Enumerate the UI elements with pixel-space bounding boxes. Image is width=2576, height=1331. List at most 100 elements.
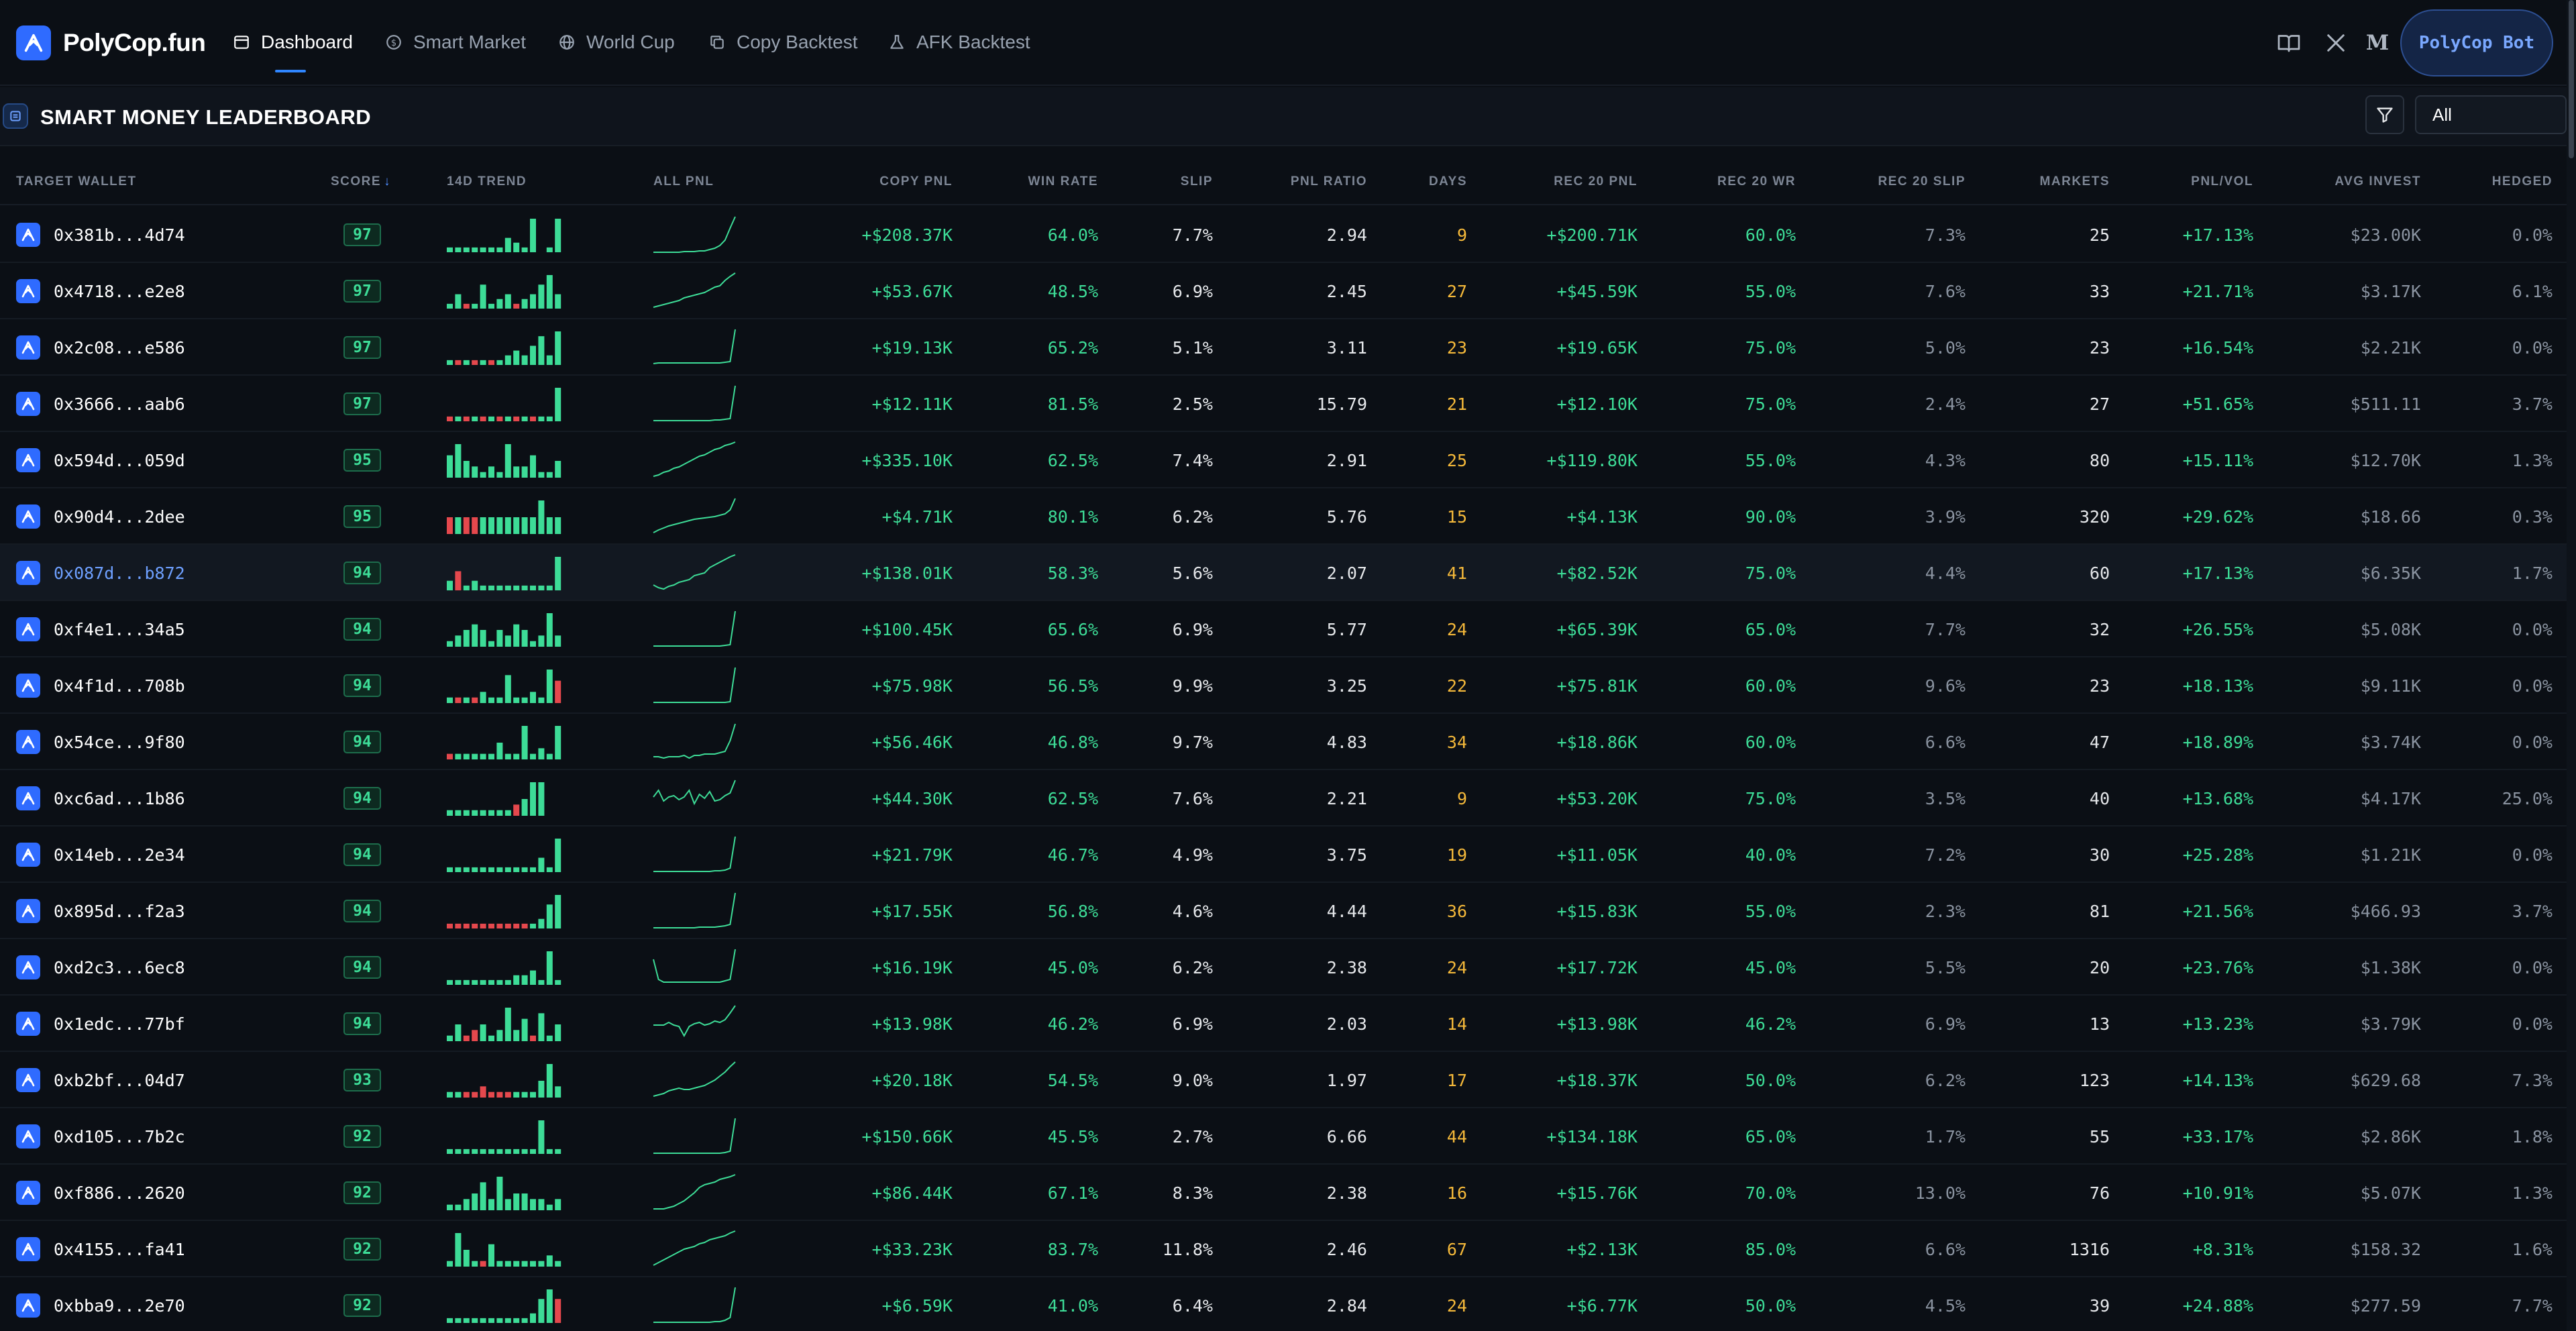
trend-bar (463, 517, 470, 534)
tab-afk-backtest[interactable]: AFK Backtest (887, 27, 1030, 58)
wallet-address-link[interactable]: 0x54ce...9f80 (54, 714, 185, 770)
pnl-sparkline (653, 272, 736, 308)
table-row[interactable]: 0x087d...b872 94 +$138.01K 58.3% 5.6% 2.07 41 +… (0, 545, 2567, 601)
table-row[interactable]: 0x4155...fa41 92 +$33.23K 83.7% 11.8% 2.46 67 +… (0, 1221, 2567, 1277)
wallet-address-link[interactable]: 0x2c08...e586 (54, 319, 185, 376)
table-header: TARGET WALLET SCORE ↓ 14D TREND ALL PNL C… (0, 148, 2567, 205)
col-pnl-ratio[interactable]: PNL RATIO (1291, 174, 1367, 189)
table-row[interactable]: 0x381b...4d74 97 +$208.37K 64.0% 7.7% 2.94 9 +$… (0, 207, 2567, 263)
table-row[interactable]: 0xc6ad...1b86 94 +$44.30K 62.5% 7.6% 2.21 9 +$5… (0, 770, 2567, 827)
col-days[interactable]: DAYS (1429, 174, 1467, 189)
scrollbar-thumb[interactable] (2569, 0, 2574, 158)
wallet-address-link[interactable]: 0xd2c3...6ec8 (54, 939, 185, 996)
col-markets[interactable]: MARKETS (2040, 174, 2110, 189)
polycop-bot-button[interactable]: PolyCop Bot (2400, 9, 2553, 76)
wallet-address-link[interactable]: 0x4155...fa41 (54, 1221, 185, 1277)
col-pnl-vol[interactable]: PNL/VOL (2191, 174, 2253, 189)
wallet-address-link[interactable]: 0x087d...b872 (54, 545, 185, 601)
table-row[interactable]: 0x594d...059d 95 +$335.10K 62.5% 7.4% 2.91 25 +… (0, 432, 2567, 488)
wallet-address-link[interactable]: 0xbba9...2e70 (54, 1277, 185, 1331)
score-badge: 94 (343, 956, 381, 979)
wallet-address-link[interactable]: 0x4718...e2e8 (54, 263, 185, 319)
col-target-wallet[interactable]: TARGET WALLET (16, 174, 137, 189)
sparkline-path (653, 498, 736, 533)
trend-bar (521, 1149, 528, 1154)
col-score[interactable]: SCORE ↓ (331, 174, 391, 189)
trend-bar (496, 416, 503, 421)
wallet-address-link[interactable]: 0x90d4...2dee (54, 488, 185, 545)
col-14d-trend[interactable]: 14D TREND (447, 174, 527, 189)
copy-pnl-cell: +$56.46K (871, 732, 953, 752)
table-row[interactable]: 0x90d4...2dee 95 +$4.71K 80.1% 6.2% 5.76 15 +$4… (0, 488, 2567, 545)
col-win-rate[interactable]: WIN RATE (1028, 174, 1098, 189)
wallet-avatar-icon (16, 843, 40, 867)
table-row[interactable]: 0xf886...2620 92 +$86.44K 67.1% 8.3% 2.38 16 +$… (0, 1165, 2567, 1221)
col-slip[interactable]: SLIP (1181, 174, 1213, 189)
col-rec20-pnl[interactable]: REC 20 PNL (1554, 174, 1638, 189)
medium-logo-icon[interactable]: M (2364, 30, 2391, 56)
table-row[interactable]: 0x4718...e2e8 97 +$53.67K 48.5% 6.9% 2.45 27 +$… (0, 263, 2567, 319)
slip-cell: 11.8% (1162, 1239, 1213, 1259)
wallet-address-link[interactable]: 0x381b...4d74 (54, 207, 185, 263)
trend-bar (538, 1261, 545, 1267)
pnl-sparkline (653, 498, 736, 533)
table-row[interactable]: 0x2c08...e586 97 +$19.13K 65.2% 5.1% 3.11 23 +$… (0, 319, 2567, 376)
wallet-address-link[interactable]: 0x895d...f2a3 (54, 883, 185, 939)
col-rec20-slip[interactable]: REC 20 SLIP (1878, 174, 1966, 189)
copy-pnl-cell: +$208.37K (861, 225, 953, 245)
tab-dashboard[interactable]: Dashboard (231, 27, 353, 58)
wallet-address-link[interactable]: 0x4f1d...708b (54, 657, 185, 714)
wallet-address-link[interactable]: 0xc6ad...1b86 (54, 770, 185, 827)
trend-bar-chart (447, 331, 561, 365)
col-copy-pnl[interactable]: COPY PNL (879, 174, 953, 189)
rec20-wr-cell: 55.0% (1745, 901, 1796, 921)
table-row[interactable]: 0x1edc...77bf 94 +$13.98K 46.2% 6.9% 2.03 14 +$… (0, 996, 2567, 1052)
trend-bar (472, 624, 478, 647)
trend-bar (555, 517, 561, 534)
markets-cell: 13 (2089, 1014, 2110, 1034)
table-row[interactable]: 0x4f1d...708b 94 +$75.98K 56.5% 9.9% 3.25 22 +$… (0, 657, 2567, 714)
wallet-address-link[interactable]: 0x14eb...2e34 (54, 827, 185, 883)
hedged-cell: 0.0% (2512, 619, 2553, 639)
scrollbar[interactable] (2567, 0, 2576, 1331)
wallet-address-link[interactable]: 0xf4e1...34a5 (54, 601, 185, 657)
x-logo-icon[interactable] (2322, 30, 2349, 56)
wallet-address-link[interactable]: 0xb2bf...04d7 (54, 1052, 185, 1108)
trend-bar (455, 1204, 462, 1210)
table-row[interactable]: 0x3666...aab6 97 +$12.11K 81.5% 2.5% 15.79 21 +… (0, 376, 2567, 432)
col-all-pnl[interactable]: ALL PNL (653, 174, 714, 189)
wallet-address-link[interactable]: 0x594d...059d (54, 432, 185, 488)
col-avg-invest[interactable]: AVG INVEST (2334, 174, 2421, 189)
wallet-address-link[interactable]: 0x3666...aab6 (54, 376, 185, 432)
table-row[interactable]: 0xbba9...2e70 92 +$6.59K 41.0% 6.4% 2.84 24 +$6… (0, 1277, 2567, 1331)
wallet-address-link[interactable]: 0x1edc...77bf (54, 996, 185, 1052)
copy-pnl-cell: +$86.44K (871, 1183, 953, 1203)
table-row[interactable]: 0xf4e1...34a5 94 +$100.45K 65.6% 6.9% 5.77 24 +… (0, 601, 2567, 657)
trend-bar (513, 1318, 520, 1323)
book-icon[interactable] (2275, 30, 2302, 56)
wallet-address-link[interactable]: 0xf886...2620 (54, 1165, 185, 1221)
trend-bar (530, 294, 536, 309)
trend-bar (455, 517, 462, 534)
tab-smart-market[interactable]: $ Smart Market (384, 27, 526, 58)
filter-select[interactable]: All (2415, 95, 2567, 134)
hedged-cell: 0.0% (2512, 732, 2553, 752)
trend-bar (488, 303, 494, 309)
trend-bar (488, 1318, 494, 1323)
table-row[interactable]: 0xb2bf...04d7 93 +$20.18K 54.5% 9.0% 1.97 17 +$… (0, 1052, 2567, 1108)
rec20-pnl-cell: +$53.20K (1556, 788, 1638, 808)
tab-copy-backtest[interactable]: Copy Backtest (707, 27, 858, 58)
table-row[interactable]: 0xd105...7b2c 92 +$150.66K 45.5% 2.7% 6.66 44 +… (0, 1108, 2567, 1165)
table-row[interactable]: 0x14eb...2e34 94 +$21.79K 46.7% 4.9% 3.75 19 +$… (0, 827, 2567, 883)
table-row[interactable]: 0x54ce...9f80 94 +$56.46K 46.8% 9.7% 4.83 34 +$… (0, 714, 2567, 770)
brand[interactable]: PolyCop.fun (16, 25, 206, 60)
table-row[interactable]: 0x895d...f2a3 94 +$17.55K 56.8% 4.6% 4.44 36 +$… (0, 883, 2567, 939)
tab-label: Smart Market (413, 32, 527, 52)
col-rec20-wr[interactable]: REC 20 WR (1717, 174, 1796, 189)
tab-world-cup[interactable]: World Cup (557, 27, 675, 58)
filter-button[interactable] (2365, 95, 2404, 134)
table-row[interactable]: 0xd2c3...6ec8 94 +$16.19K 45.0% 6.2% 2.38 24 +$… (0, 939, 2567, 996)
wallet-address-link[interactable]: 0xd105...7b2c (54, 1108, 185, 1165)
hedged-cell: 0.0% (2512, 225, 2553, 245)
col-hedged[interactable]: HEDGED (2492, 174, 2553, 189)
